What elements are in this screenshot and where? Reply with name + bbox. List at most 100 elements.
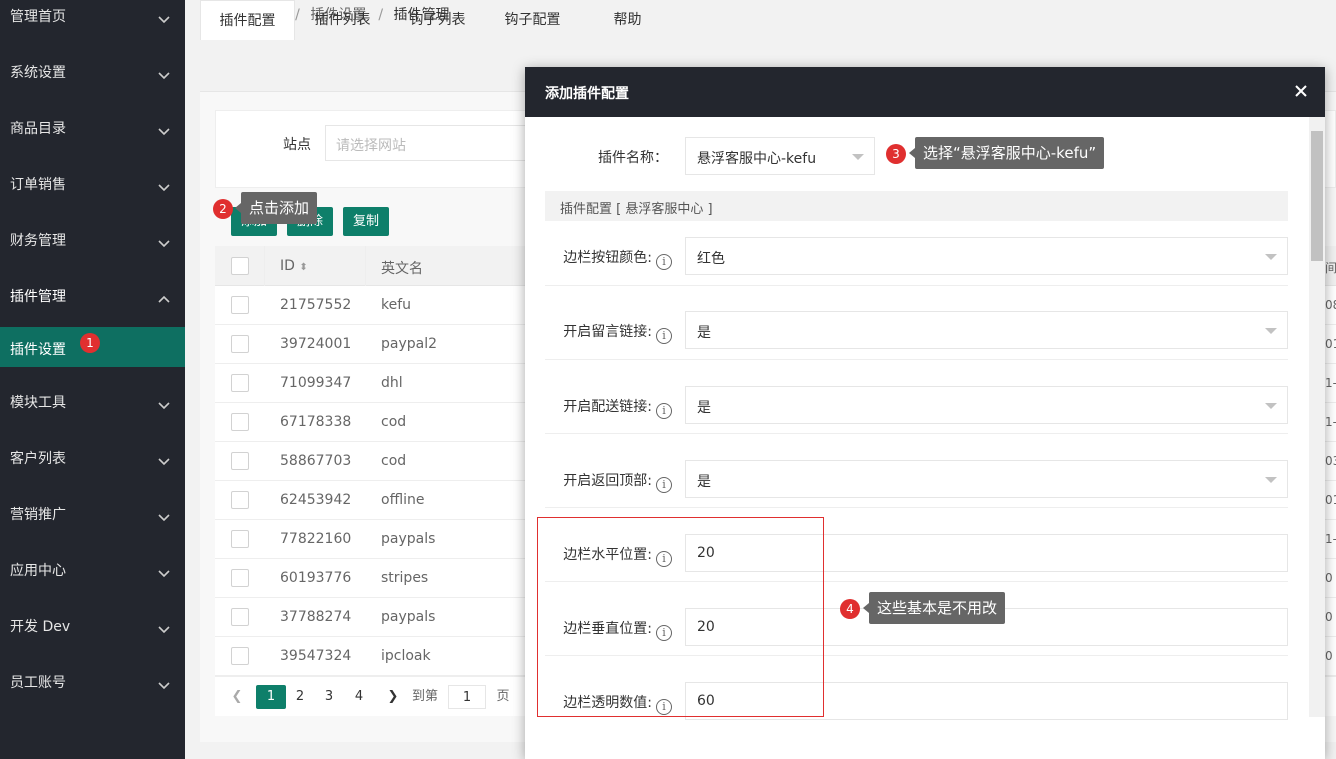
column-header-id[interactable]: ID ⬍ [280,258,308,274]
info-icon[interactable]: i [656,254,672,270]
shipping-link-select[interactable]: 是 [685,386,1288,424]
page-3[interactable]: 3 [314,685,344,709]
modal-scrollbar-thumb[interactable] [1311,131,1323,261]
divider [545,359,1288,360]
page-4[interactable]: 4 [344,685,374,709]
sidebar-item-finance[interactable]: 财务管理 [0,224,185,280]
annotation-tip-3: 选择“悬浮客服中心-kefu” [908,137,1105,169]
row-checkbox[interactable] [231,530,249,548]
cell-en: ipcloak [381,648,431,664]
dropdown-caret-icon [852,154,864,160]
tab-hook-config[interactable]: 钩子配置 [485,0,580,40]
row-checkbox[interactable] [231,491,249,509]
cell-id: 39724001 [280,336,352,352]
info-icon[interactable]: i [656,477,672,493]
sidebar-item-orders[interactable]: 订单销售 [0,168,185,224]
cell-en: paypals [381,609,436,625]
annotation-badge-3: 3 [886,144,906,164]
sidebar-item-label: 插件设置 [10,342,66,358]
cell-en: cod [381,453,407,469]
dropdown-caret-icon [1265,477,1277,483]
sidebar-item-label: 模块工具 [10,395,66,411]
cell-fragment: 01 [1325,337,1336,351]
row-checkbox[interactable] [231,413,249,431]
cell-fragment: 间 [1325,261,1336,275]
row-checkbox[interactable] [231,452,249,470]
divider [545,507,1288,508]
sidebar-item-catalog[interactable]: 商品目录 [0,112,185,168]
tab-plugin-list[interactable]: 插件列表 [295,0,390,40]
sidebar-item-label: 营销推广 [10,507,66,523]
cell-fragment: 0 [1325,649,1333,663]
sidebar-item-apps[interactable]: 应用中心 [0,554,185,610]
cell-id: 60193776 [280,570,352,586]
chevron-down-icon [157,124,171,138]
annotation-badge-1: 1 [80,333,100,353]
row-checkbox[interactable] [231,569,249,587]
field-label: 开启返回顶部: i [545,470,672,493]
sidebar-item-modules[interactable]: 模块工具 [0,386,185,442]
copy-button[interactable]: 复制 [343,207,389,236]
info-icon[interactable]: i [656,328,672,344]
row-checkbox[interactable] [231,608,249,626]
sidebar-button-color-select[interactable]: 红色 [685,237,1288,275]
goto-page-input[interactable]: 1 [448,685,486,709]
message-link-select[interactable]: 是 [685,311,1288,349]
next-page-icon[interactable]: ❯ [378,685,408,709]
page-suffix: 页 [496,689,510,704]
sidebar-item-label: 订单销售 [10,177,66,193]
cell-en: paypals [381,531,436,547]
tab-help[interactable]: 帮助 [580,0,675,40]
sidebar-item-dev[interactable]: 开发 Dev [0,610,185,666]
sidebar-item-home[interactable]: 管理首页 [0,0,185,56]
sidebar-item-marketing[interactable]: 营销推广 [0,498,185,554]
row-checkbox[interactable] [231,374,249,392]
row-checkbox[interactable] [231,647,249,665]
sidebar-item-label: 系统设置 [10,65,66,81]
chevron-down-icon [157,622,171,636]
sidebar-item-staff[interactable]: 员工账号 [0,666,185,722]
plugin-name-value: 悬浮客服中心-kefu [697,151,817,167]
annotation-tip-4: 这些基本是不用改 [862,592,1006,624]
divider [545,433,1288,434]
sidebar-item-label: 应用中心 [10,563,66,579]
goto-label: 到第 [411,689,438,704]
chevron-down-icon [157,510,171,524]
close-icon[interactable] [1291,81,1311,101]
sidebar-item-system[interactable]: 系统设置 [0,56,185,112]
plugin-name-select[interactable]: 悬浮客服中心-kefu [685,137,875,175]
row-checkbox[interactable] [231,335,249,353]
cell-id: 21757552 [280,297,352,313]
prev-page-icon[interactable]: ❮ [222,685,252,709]
sort-icon[interactable]: ⬍ [299,262,307,273]
cell-id: 58867703 [280,453,352,469]
select-all-checkbox[interactable] [231,257,249,275]
cell-fragment: 01 [1325,493,1336,507]
site-select[interactable]: 请选择网站 [325,125,535,161]
modal-header: 添加插件配置 [525,67,1325,117]
chevron-up-icon [157,292,171,306]
cell-id: 71099347 [280,375,352,391]
plugin-name-label: 插件名称： [598,150,668,166]
sidebar-item-label: 开发 Dev [10,619,71,635]
page-2[interactable]: 2 [285,685,315,709]
sidebar-item-label: 插件管理 [10,289,66,305]
page-1[interactable]: 1 [256,685,286,709]
annotation-highlight-box [537,517,824,717]
tab-hook-list[interactable]: 钩子列表 [390,0,485,40]
back-to-top-select[interactable]: 是 [685,460,1288,498]
chevron-down-icon [157,12,171,26]
field-value: 是 [697,325,711,341]
tab-plugin-config[interactable]: 插件配置 [200,0,295,40]
field-value: 是 [697,400,711,416]
cell-id: 39547324 [280,648,352,664]
cell-fragment: 0 [1325,571,1333,585]
row-checkbox[interactable] [231,296,249,314]
modal-title: 添加插件配置 [545,86,629,102]
cell-en: offline [381,492,425,508]
info-icon[interactable]: i [656,403,672,419]
field-label: 边栏按钮颜色: i [545,247,672,270]
sidebar-item-customers[interactable]: 客户列表 [0,442,185,498]
cell-id: 37788274 [280,609,352,625]
sidebar-item-label: 商品目录 [10,121,66,137]
